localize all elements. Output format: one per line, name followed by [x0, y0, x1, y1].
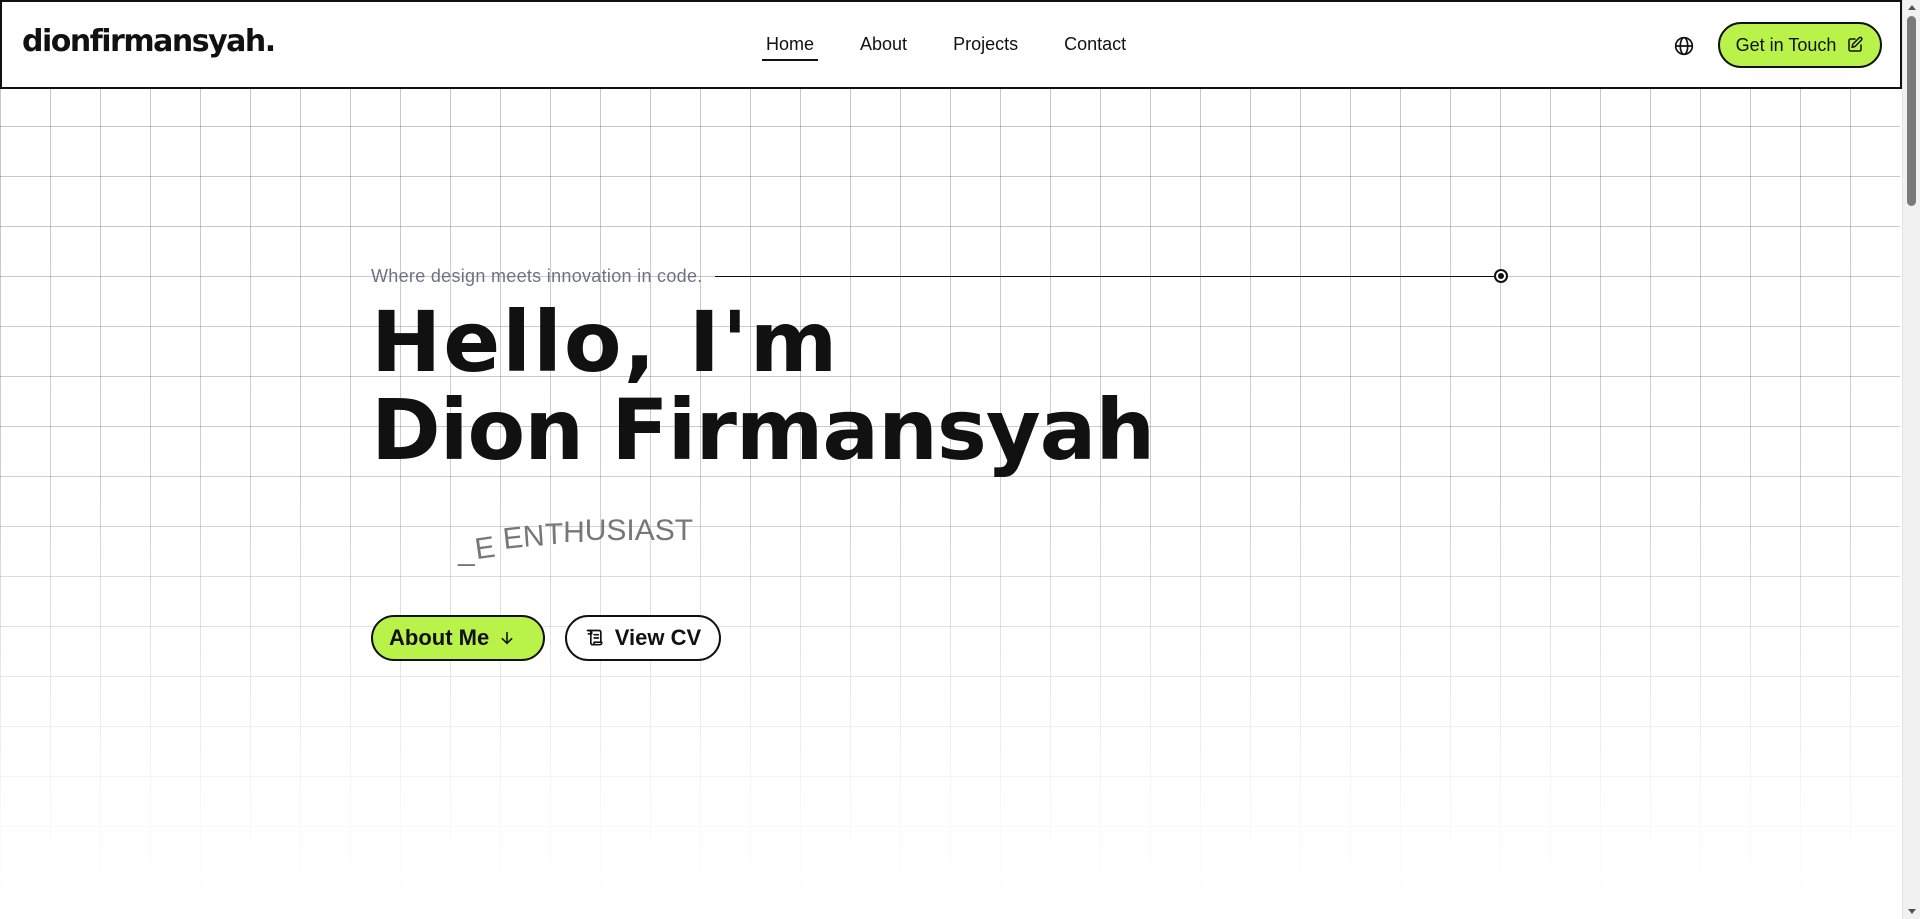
role-char: S	[606, 514, 627, 547]
get-in-touch-button[interactable]: Get in Touch	[1718, 22, 1882, 68]
site-logo[interactable]: dionfirmansyah.	[22, 24, 276, 59]
tagline-row: Where design meets innovation in code.	[371, 262, 1551, 290]
about-me-button[interactable]: About Me	[371, 615, 545, 661]
role-char: H	[563, 516, 585, 549]
about-me-label: About Me	[389, 625, 490, 650]
page-scrollbar[interactable]	[1902, 0, 1920, 919]
edit-icon	[1846, 36, 1864, 54]
arrow-down-icon	[499, 630, 515, 646]
scroll-up-icon[interactable]	[1908, 5, 1916, 10]
target-dot-icon	[1493, 269, 1508, 283]
role-char: I	[626, 514, 635, 547]
name-heading: Dion Firmansyah	[371, 381, 1155, 479]
hero-section: Where design meets innovation in code. H…	[371, 262, 1551, 661]
role-char: T	[674, 514, 694, 547]
role-char: U	[584, 514, 607, 547]
greeting-heading: Hello, I'm	[371, 293, 840, 391]
animated-role-text: _E ENTHUSIAST	[458, 514, 694, 567]
main-nav: Home About Projects Contact	[762, 34, 1168, 61]
scroll-thumb[interactable]	[1907, 16, 1916, 206]
role-char: _	[458, 534, 475, 567]
nav-link-contact[interactable]: Contact	[1060, 34, 1130, 61]
role-char: N	[521, 519, 546, 554]
scroll-icon	[585, 628, 605, 648]
nav-link-about[interactable]: About	[856, 34, 911, 61]
get-in-touch-label: Get in Touch	[1735, 34, 1837, 55]
globe-icon[interactable]	[1674, 36, 1694, 56]
site-header: dionfirmansyah. Home About Projects Cont…	[0, 0, 1902, 89]
view-cv-button[interactable]: View CV	[565, 615, 721, 661]
tagline-line	[714, 275, 1495, 277]
scroll-down-icon[interactable]	[1908, 909, 1916, 914]
hero-buttons: About Me View CV	[371, 615, 721, 661]
view-cv-label: View CV	[614, 625, 702, 650]
role-char: S	[654, 514, 675, 547]
role-char: T	[544, 517, 564, 552]
nav-link-projects[interactable]: Projects	[949, 34, 1022, 61]
grid-background	[0, 88, 1900, 919]
tagline: Where design meets innovation in code.	[371, 265, 703, 286]
role-char: A	[634, 514, 655, 547]
nav-link-home[interactable]: Home	[762, 34, 819, 61]
